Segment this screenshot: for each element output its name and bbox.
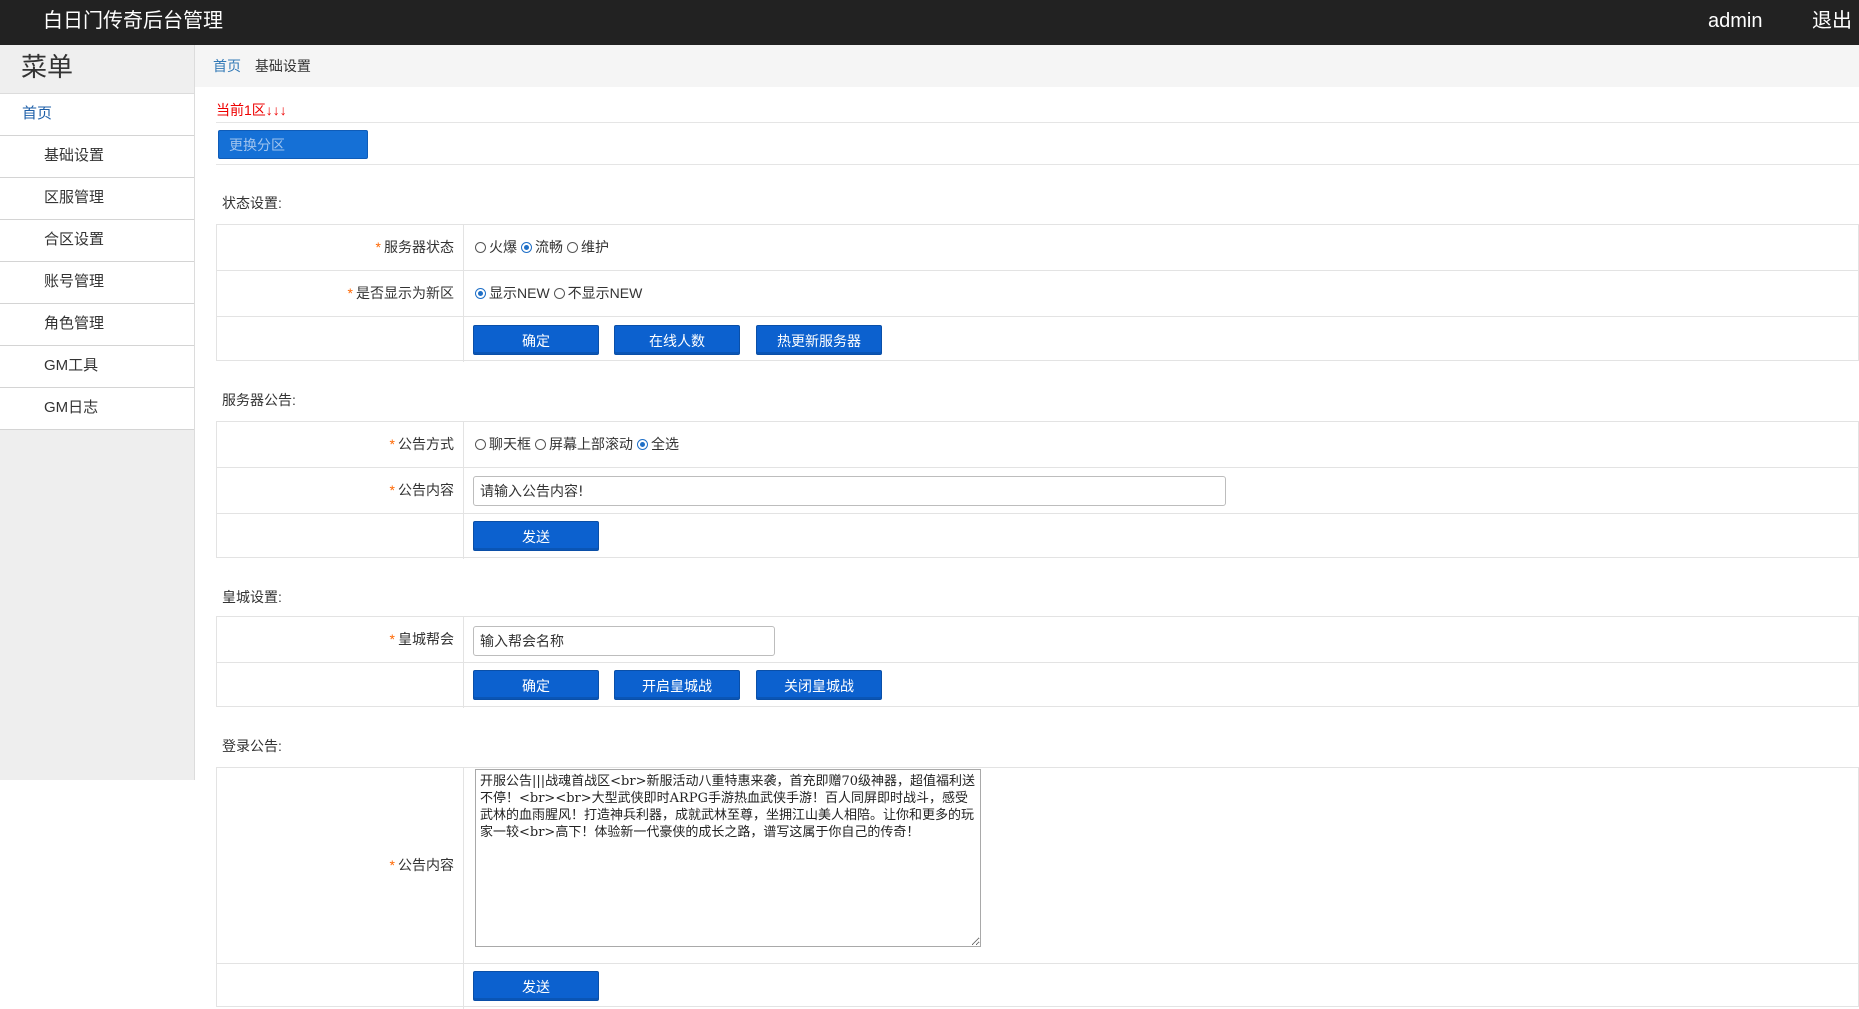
notice-form: *公告方式 聊天框屏幕上部滚动全选 *公告内容 发送 — [216, 421, 1859, 559]
show-new-row: * 是否显示为新区 显示NEW 不显示NEW — [217, 271, 1858, 317]
open-castle-war-button[interactable]: 开启皇城战 — [614, 670, 740, 700]
app-title: 白日门传奇后台管理 — [43, 10, 223, 32]
notice-content-input[interactable] — [473, 476, 1226, 506]
castle-form: *皇城帮会 确定 开启皇城战 关闭皇城战 — [216, 616, 1859, 708]
status-form: * 服务器状态 火爆 流畅 维护 * 是否显示为新区 显示NEW 不显示NEW 确定 在线… — [216, 224, 1859, 362]
radio-hide-new[interactable]: 不显示NEW — [553, 271, 642, 316]
empty-label-cell — [217, 964, 464, 1009]
radio-top-scroll[interactable]: 屏幕上部滚动 — [535, 422, 633, 467]
section-title-notice: 服务器公告: — [222, 392, 296, 408]
server-status-options: 火爆 流畅 维护 — [475, 225, 1858, 270]
login-notice-textarea[interactable]: 开服公告|||战魂首战区<br>新服活动八重特惠来袭，首充即赠70级神器，超值福… — [475, 769, 981, 947]
server-status-row: * 服务器状态 火爆 流畅 维护 — [217, 225, 1858, 271]
radio-select-all[interactable]: 全选 — [637, 422, 679, 467]
notice-content-label: * 公告内容 — [217, 468, 464, 513]
radio-circle-checked[interactable] — [475, 288, 486, 299]
notice-content-row: * 公告内容 — [217, 468, 1858, 514]
close-castle-war-button[interactable]: 关闭皇城战 — [756, 670, 882, 700]
guild-name-input[interactable] — [473, 626, 775, 656]
required-star: * — [389, 857, 395, 873]
empty-label-cell — [217, 663, 464, 708]
show-new-options: 显示NEW 不显示NEW — [475, 271, 1858, 316]
sidebar-item-gm-log[interactable]: GM日志 — [0, 388, 194, 430]
login-send-cell: 发送 — [473, 964, 1858, 1009]
breadcrumb-current: 基础设置 — [254, 58, 311, 74]
radio-circle-checked[interactable] — [637, 439, 648, 450]
login-notice-form: * 公告内容 发送 — [216, 767, 1859, 1009]
hot-update-button[interactable]: 热更新服务器 — [756, 325, 882, 355]
radio-hot[interactable]: 火爆 — [475, 225, 517, 270]
notice-method-label: * 公告方式 — [217, 422, 464, 467]
radio-circle[interactable] — [553, 288, 565, 299]
show-new-label: * 是否显示为新区 — [217, 271, 464, 316]
castle-guild-label: * 皇城帮会 — [217, 617, 464, 662]
empty-label-cell — [217, 514, 464, 559]
required-star: * — [389, 436, 395, 452]
section-title-castle: 皇城设置: — [222, 589, 282, 605]
zone-row: 当前1区↓↓↓ — [216, 98, 1859, 123]
radio-chat-box[interactable]: 聊天框 — [475, 422, 531, 467]
sidebar-item-account-management[interactable]: 账号管理 — [0, 262, 194, 304]
sidebar-item-basic-settings[interactable]: 基础设置 — [0, 136, 194, 178]
radio-circle[interactable] — [567, 242, 578, 253]
change-zone-button[interactable]: 更换分区 — [218, 130, 368, 159]
breadcrumb: 首页 基础设置 — [195, 45, 1859, 87]
sidebar-item-server-management[interactable]: 区服管理 — [0, 178, 194, 220]
required-star: * — [375, 239, 381, 255]
sidebar-item-gm-tools[interactable]: GM工具 — [0, 346, 194, 388]
top-bar: 白日门传奇后台管理 admin 退出 — [0, 0, 1859, 45]
breadcrumb-home-link[interactable]: 首页 — [213, 58, 241, 74]
current-zone-text: 当前1区↓↓↓ — [216, 102, 287, 118]
status-buttons-row: 确定 在线人数 热更新服务器 — [217, 317, 1858, 362]
radio-circle[interactable] — [535, 439, 546, 450]
notice-content-cell — [473, 468, 1858, 513]
logout-link[interactable]: 退出 — [1812, 8, 1852, 34]
castle-buttons-row: 确定 开启皇城战 关闭皇城战 — [217, 663, 1858, 708]
sidebar-item-merge-settings[interactable]: 合区设置 — [0, 220, 194, 262]
radio-circle[interactable] — [475, 439, 486, 450]
section-title-login-notice: 登录公告: — [222, 738, 282, 754]
notice-send-cell: 发送 — [473, 514, 1858, 559]
radio-smooth[interactable]: 流畅 — [521, 225, 563, 270]
sidebar-title: 菜单 — [0, 45, 194, 94]
required-star: * — [347, 285, 353, 301]
radio-maintenance[interactable]: 维护 — [567, 225, 609, 270]
login-content-label: * 公告内容 — [217, 768, 464, 963]
section-title-status: 状态设置: — [222, 195, 282, 211]
online-count-button[interactable]: 在线人数 — [614, 325, 740, 355]
castle-guild-row: * 皇城帮会 — [217, 617, 1858, 663]
notice-send-row: 发送 — [217, 514, 1858, 559]
castle-buttons: 确定 开启皇城战 关闭皇城战 — [473, 663, 1858, 708]
sidebar-item-role-management[interactable]: 角色管理 — [0, 304, 194, 346]
radio-circle[interactable] — [475, 242, 486, 253]
required-star: * — [389, 631, 395, 647]
castle-guild-cell — [473, 617, 1858, 662]
confirm-status-button[interactable]: 确定 — [473, 325, 599, 355]
sidebar: 菜单 首页 基础设置 区服管理 合区设置 账号管理 角色管理 GM工具 GM日志 — [0, 45, 195, 780]
login-content-row: * 公告内容 — [217, 768, 1858, 964]
send-notice-button[interactable]: 发送 — [473, 521, 599, 551]
confirm-castle-button[interactable]: 确定 — [473, 670, 599, 700]
send-login-notice-button[interactable]: 发送 — [473, 971, 599, 1001]
divider — [216, 164, 1859, 165]
current-user: admin — [1708, 10, 1763, 32]
status-buttons: 确定 在线人数 热更新服务器 — [473, 317, 1858, 362]
radio-circle-checked[interactable] — [521, 242, 532, 253]
empty-label-cell — [217, 317, 464, 362]
sidebar-item-home[interactable]: 首页 — [0, 94, 194, 136]
notice-method-row: * 公告方式 聊天框 屏幕上部滚动 全选 — [217, 422, 1858, 468]
login-send-row: 发送 — [217, 964, 1858, 1009]
required-star: * — [389, 482, 395, 498]
notice-method-options: 聊天框 屏幕上部滚动 全选 — [475, 422, 1858, 467]
radio-show-new[interactable]: 显示NEW — [475, 271, 550, 316]
server-status-label: * 服务器状态 — [217, 225, 464, 270]
